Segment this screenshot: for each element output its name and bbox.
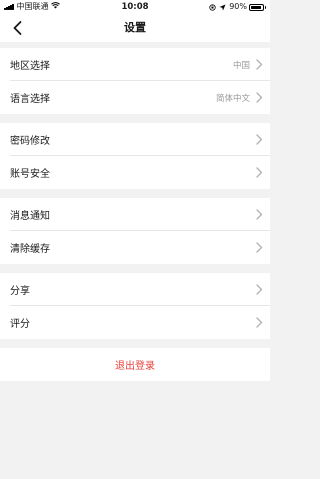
navigation-bar: 设置 (0, 14, 270, 42)
settings-group: 分享 评分 (0, 273, 270, 339)
settings-group: 消息通知 清除缓存 (0, 198, 270, 264)
battery-cap (264, 5, 266, 9)
settings-row[interactable]: 消息通知 (0, 198, 270, 231)
battery-percent: 90% (229, 2, 247, 11)
settings-row-label: 清除缓存 (10, 244, 50, 255)
settings-row-label: 密码修改 (10, 136, 50, 147)
group-separator (0, 339, 270, 348)
chevron-right-icon (255, 209, 263, 221)
chevron-right-icon (255, 317, 263, 329)
settings-screen: 中国联通 10:08 90% 设置 地区选择 中国 语言选择 简体中文 密码修改… (0, 0, 270, 479)
chevron-right-icon (255, 242, 263, 254)
settings-row-value: 中国 (232, 60, 250, 71)
settings-row-label: 语言选择 (10, 94, 50, 105)
battery-fill (251, 5, 261, 9)
settings-group: 密码修改 账号安全 (0, 123, 270, 189)
settings-row-label: 账号安全 (10, 169, 50, 180)
orientation-lock-icon (209, 3, 216, 11)
group-separator (0, 264, 270, 273)
chevron-right-icon (255, 92, 263, 104)
settings-row[interactable]: 清除缓存 (0, 231, 270, 264)
settings-row-label: 消息通知 (10, 211, 50, 222)
settings-row-value: 简体中文 (215, 93, 250, 104)
settings-row[interactable]: 评分 (0, 306, 270, 339)
chevron-right-icon (255, 284, 263, 296)
settings-row[interactable]: 分享 (0, 273, 270, 306)
logout-button[interactable]: 退出登录 (0, 348, 270, 381)
settings-row[interactable]: 密码修改 (0, 123, 270, 156)
location-arrow-icon (219, 4, 226, 10)
settings-row-label: 分享 (10, 286, 30, 297)
settings-row[interactable]: 语言选择 简体中文 (0, 81, 270, 114)
settings-list: 地区选择 中国语言选择 简体中文密码修改账号安全消息通知清除缓存分享评分退出登录 (0, 48, 270, 381)
settings-row-label: 地区选择 (10, 61, 50, 72)
chevron-right-icon (255, 134, 263, 146)
page-title: 设置 (124, 21, 146, 34)
battery-icon (249, 3, 264, 11)
status-right: 90% (209, 0, 266, 14)
settings-row-label: 评分 (10, 319, 30, 330)
group-separator (0, 114, 270, 123)
chevron-right-icon (255, 167, 263, 179)
logout-label: 退出登录 (115, 361, 155, 372)
settings-row[interactable]: 地区选择 中国 (0, 48, 270, 81)
settings-row[interactable]: 账号安全 (0, 156, 270, 189)
chevron-right-icon (255, 59, 263, 71)
settings-group: 地区选择 中国语言选择 简体中文 (0, 48, 270, 114)
group-separator (0, 189, 270, 198)
status-bar: 中国联通 10:08 90% (0, 0, 270, 14)
